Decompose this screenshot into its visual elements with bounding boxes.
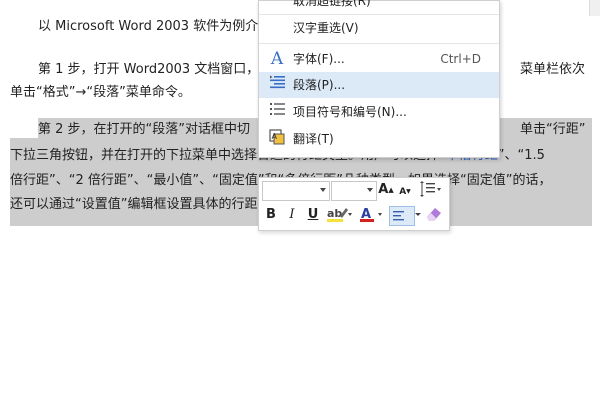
menu-item-label: 取消超链接(R) [293,0,371,8]
highlighter-icon: ab [327,207,352,222]
menu-separator [259,43,499,44]
font-color-button[interactable]: A [358,205,386,225]
menu-item-shortcut: Ctrl+D [440,52,481,66]
paragraph-icon [267,75,287,95]
document-line[interactable]: 第 1 步，打开 Word2003 文档窗口， [38,60,259,80]
document-line-fragment[interactable]: 菜单栏依次 [520,60,585,80]
document-line[interactable]: 第 2 步，在打开的“段落”对话框中切 [38,120,250,140]
mini-toolbar: A▲ A▼ B I U ab A [258,177,450,231]
italic-button[interactable]: I [283,205,301,225]
menu-item-label: 段落(P)... [293,78,346,92]
shrink-font-button[interactable]: A▼ [398,182,412,200]
menu-item-label: 字体(F)... [293,52,345,66]
menu-item-hanzi-reselect[interactable]: 汉字重选(V) [259,15,499,41]
svg-text:ab: ab [327,207,342,220]
align-dropdown-button[interactable] [414,205,422,225]
document-line[interactable]: 单击“格式”→“段落”菜单命令。 [10,83,191,103]
grow-font-button[interactable]: A▲ [378,180,394,200]
menu-item-remove-hyperlink[interactable]: 取消超链接(R) [259,0,499,14]
bold-button[interactable]: B [262,205,280,225]
eraser-icon [427,208,441,221]
clear-formatting-button[interactable] [423,205,445,225]
menu-item-font[interactable]: A 字体(F)... Ctrl+D [259,46,499,72]
underline-button[interactable]: U [304,205,322,225]
document-line[interactable]: 以 Microsoft Word 2003 软件为例介 [38,17,258,37]
translate-icon: A [267,129,287,149]
font-size-combo[interactable] [331,181,377,201]
font-color-icon: A [360,207,382,222]
grow-font-icon: A [378,182,389,197]
menu-item-label: 翻译(T) [293,132,334,146]
menu-item-label: 项目符号和编号(N)... [293,105,407,119]
highlight-color-button[interactable]: ab [325,205,355,225]
menu-item-paragraph[interactable]: 段落(P)... [259,72,499,98]
chevron-down-icon [415,213,421,216]
caret-down-icon: ▼ [406,188,411,195]
line-spacing-button[interactable] [416,181,444,199]
menu-item-label: 汉字重选(V) [293,21,359,35]
bullets-icon [267,102,287,122]
font-name-combo[interactable] [262,181,330,201]
chevron-down-icon [320,188,326,192]
caret-up-icon: ▲ [388,186,394,194]
svg-text:A: A [272,132,278,141]
document-line-fragment[interactable]: 单击“行距” [520,120,585,140]
line-spacing-icon [420,181,441,197]
menu-item-bullets-numbering[interactable]: 项目符号和编号(N)... [259,99,499,125]
align-button[interactable] [389,206,415,226]
font-A-icon: A [270,49,284,69]
menu-item-translate[interactable]: A 翻译(T) [259,126,499,152]
align-left-icon [393,211,404,221]
chevron-down-icon [367,188,373,192]
scrollbar[interactable] [589,0,600,16]
context-menu: 取消超链接(R) 汉字重选(V) A 字体(F)... Ctrl+D 段落(P)… [258,0,500,158]
